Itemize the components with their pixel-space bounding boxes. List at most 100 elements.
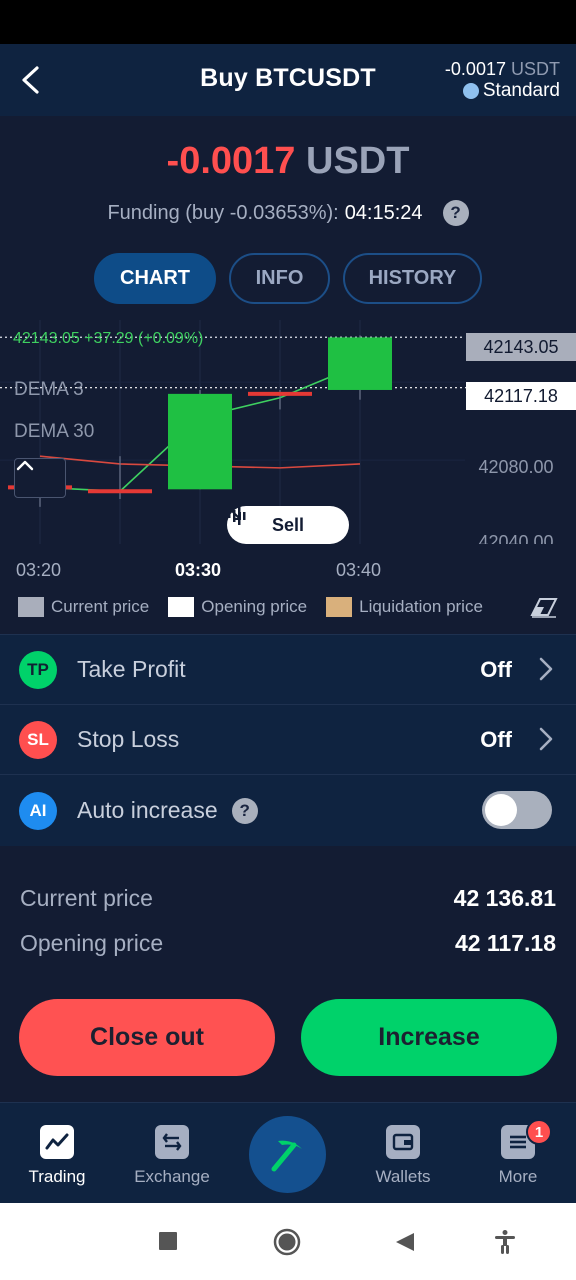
time-axis: 03:20 03:30 03:40	[0, 560, 576, 582]
toggle-knob	[485, 794, 517, 826]
tab-info[interactable]: INFO	[229, 253, 330, 304]
time-label: 03:30	[175, 560, 222, 580]
ai-icon: AI	[19, 791, 57, 830]
sell-button[interactable]: Sell	[227, 506, 349, 544]
tab-history[interactable]: HISTORY	[343, 253, 482, 304]
stop-loss-label: Stop Loss	[77, 726, 180, 752]
funding-time: 04:15:24	[344, 201, 423, 224]
candle-body	[168, 393, 232, 490]
candle-body	[248, 391, 312, 396]
chart-line-icon	[40, 1125, 74, 1159]
axis-label: 42080.00	[478, 457, 554, 477]
take-profit-row[interactable]: TP Take Profit Off	[0, 634, 576, 704]
candle-body	[328, 337, 392, 390]
price-ticker: 42143.05 +37.29 (+0.09%)	[13, 330, 204, 347]
collapse-indicators-button[interactable]	[14, 458, 66, 498]
stop-loss-value: Off	[480, 726, 512, 752]
help-icon[interactable]: ?	[442, 200, 469, 226]
take-profit-value: Off	[480, 656, 512, 682]
header-pnl-value: -0.0017	[444, 59, 506, 79]
price-chart[interactable]: 42143.05 +37.29 (+0.09%) DEMA 3 DEMA 30 …	[0, 320, 576, 544]
nav-mining-button[interactable]	[249, 1116, 326, 1193]
back-system-button[interactable]	[394, 1231, 416, 1258]
chevron-right-icon	[539, 727, 553, 751]
nav-trading-label: Trading	[28, 1167, 86, 1186]
time-label: 03:20	[16, 560, 62, 580]
pnl-display: -0.0017 USDT	[0, 140, 576, 183]
opening-price-label: Opening price	[20, 930, 164, 956]
axis-label: 42040.00	[478, 532, 554, 544]
legend-label: Liquidation price	[359, 597, 483, 616]
opening-price-row: Opening price 42 117.18	[20, 930, 556, 957]
arrow-down-right-icon	[229, 508, 241, 520]
nav-trading[interactable]: Trading	[7, 1125, 107, 1187]
legend-swatch	[326, 597, 353, 617]
bottom-nav: Trading Exchange Wallets 1 More	[0, 1102, 576, 1203]
auto-increase-row: AI Auto increase ?	[0, 774, 576, 846]
nav-wallets[interactable]: Wallets	[353, 1125, 453, 1187]
nav-exchange-label: Exchange	[134, 1167, 210, 1186]
system-nav-bar	[0, 1203, 576, 1280]
current-price-value: 42 136.81	[453, 885, 556, 911]
square-icon	[159, 1232, 177, 1250]
account-mode-label: Standard	[482, 80, 560, 101]
funding-info: Funding (buy -0.03653%): 04:15:24 ?	[0, 200, 576, 226]
nav-exchange[interactable]: Exchange	[122, 1125, 222, 1187]
nav-more-label: More	[498, 1167, 538, 1186]
header: Buy BTCUSDT -0.0017 USDT Standard	[0, 44, 576, 116]
legend-label: Opening price	[201, 597, 308, 616]
current-price-label: Current price	[20, 885, 153, 911]
notification-badge: 1	[526, 1119, 552, 1145]
eraser-icon	[530, 598, 558, 618]
status-bar	[0, 0, 576, 44]
accessibility-icon	[495, 1230, 515, 1254]
legend-swatch	[18, 597, 44, 617]
home-button[interactable]	[272, 1227, 302, 1262]
account-mode[interactable]: Standard	[462, 80, 560, 102]
accessibility-button[interactable]	[493, 1229, 517, 1260]
nav-more[interactable]: 1 More	[468, 1119, 568, 1187]
header-pnl-unit: USDT	[511, 59, 560, 79]
tab-chart[interactable]: CHART	[94, 253, 216, 304]
indicator-dema3: DEMA 3	[14, 379, 84, 400]
pickaxe-icon	[271, 1140, 302, 1171]
opening-price-value: 42 117.18	[454, 930, 556, 956]
help-icon[interactable]: ?	[231, 797, 258, 824]
tab-bar: CHART INFO HISTORY	[94, 253, 482, 304]
pnl-unit: USDT	[306, 140, 410, 182]
chart-legend: Current price Opening price Liquidation …	[18, 597, 502, 617]
current-price-tag: 42143.05	[466, 333, 576, 361]
mode-dot-icon	[462, 83, 479, 99]
opening-price-tag: 42117.18	[466, 382, 576, 410]
header-pnl: -0.0017 USDT Standard	[445, 58, 560, 104]
legend-liquidation-price: Liquidation price	[326, 597, 483, 617]
close-out-button[interactable]: Close out	[19, 999, 275, 1076]
sl-icon: SL	[19, 720, 57, 759]
candle-body	[88, 489, 152, 494]
current-price-row: Current price 42 136.81	[20, 885, 556, 912]
legend-label: Current price	[51, 597, 150, 616]
sell-label: Sell	[271, 514, 305, 535]
chevron-right-icon	[539, 657, 553, 681]
chevron-up-icon	[16, 460, 34, 471]
eraser-button[interactable]	[530, 597, 558, 624]
legend-current-price: Current price	[18, 597, 149, 617]
triangle-back-icon	[396, 1233, 414, 1251]
nav-wallets-label: Wallets	[375, 1167, 431, 1186]
exchange-icon	[155, 1125, 189, 1159]
pnl-value: -0.0017	[166, 140, 296, 182]
time-label: 03:40	[336, 560, 382, 580]
wallet-icon	[386, 1125, 420, 1159]
increase-button[interactable]: Increase	[301, 999, 557, 1076]
recents-button[interactable]	[158, 1231, 178, 1256]
funding-label: Funding (buy -0.03653%):	[107, 201, 339, 224]
legend-swatch	[168, 597, 195, 617]
indicator-dema30: DEMA 30	[14, 421, 95, 442]
legend-opening-price: Opening price	[168, 597, 307, 617]
auto-increase-label: Auto increase	[77, 797, 218, 823]
circle-icon	[273, 1228, 301, 1256]
auto-increase-toggle[interactable]	[482, 791, 552, 829]
tp-icon: TP	[19, 650, 57, 689]
take-profit-label: Take Profit	[77, 656, 186, 682]
stop-loss-row[interactable]: SL Stop Loss Off	[0, 704, 576, 774]
